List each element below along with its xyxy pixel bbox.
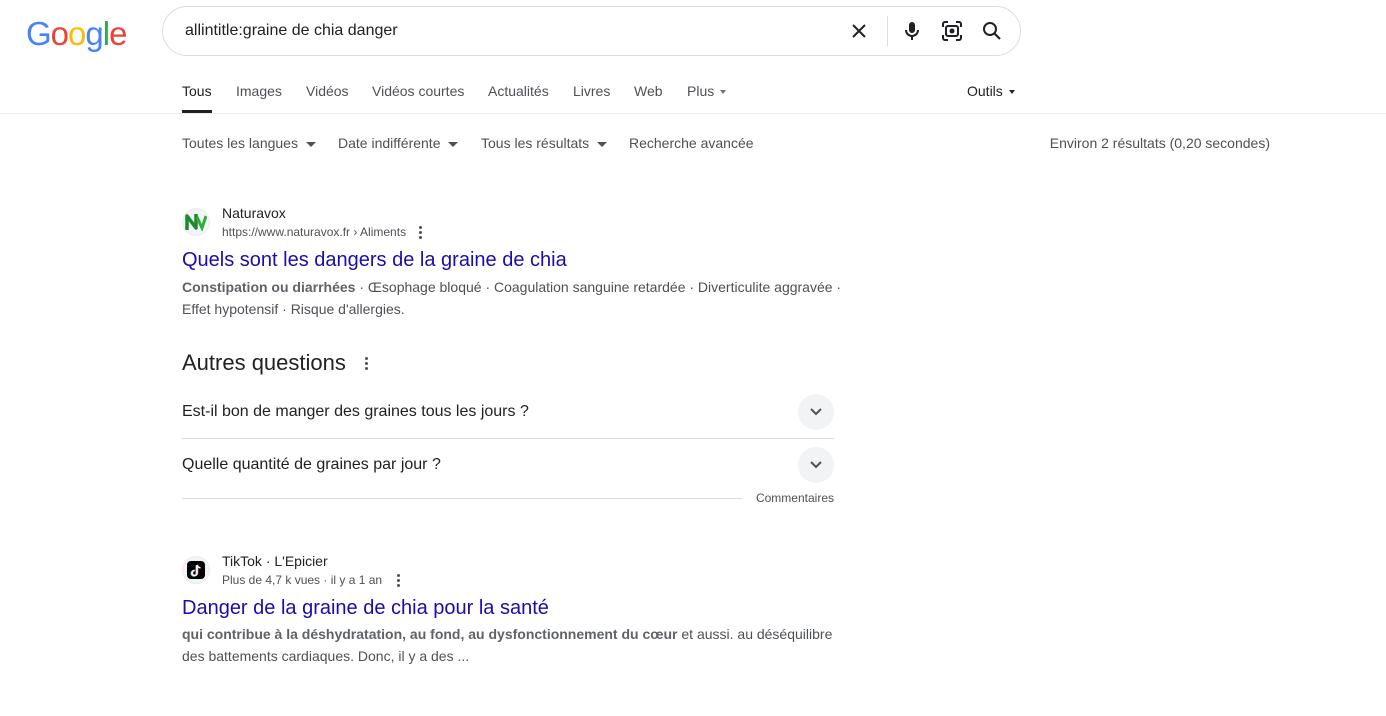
- google-logo[interactable]: Google: [26, 15, 127, 53]
- paa-divider: [182, 498, 742, 499]
- expand-button[interactable]: [798, 447, 834, 483]
- caret-down-icon: [448, 141, 459, 147]
- tab-web[interactable]: Web: [634, 83, 663, 99]
- tools-label: Outils: [967, 83, 1003, 99]
- advanced-search-link[interactable]: Recherche avancée: [629, 135, 754, 151]
- caret-down-icon: [1008, 90, 1015, 95]
- filter-language[interactable]: Toutes les langues: [182, 135, 316, 151]
- snippet-highlight: qui contribue à la déshydratation, au fo…: [182, 626, 678, 642]
- kebab-menu-icon[interactable]: [397, 574, 401, 589]
- caret-down-icon: [597, 141, 608, 147]
- filter-language-label: Toutes les langues: [182, 135, 298, 151]
- paa-question-text: Est-il bon de manger des graines tous le…: [182, 403, 529, 420]
- tab-tous[interactable]: Tous: [182, 83, 212, 99]
- tab-plus-label: Plus: [687, 83, 715, 99]
- video-meta: Plus de 4,7 k vues · il y a 1 an: [222, 573, 383, 587]
- result-snippet: qui contribue à la déshydratation, au fo…: [182, 623, 842, 667]
- paa-question[interactable]: Est-il bon de manger des graines tous le…: [182, 394, 834, 454]
- site-name[interactable]: TikTok · L'Epicier: [222, 553, 328, 569]
- tab-images[interactable]: Images: [236, 83, 282, 99]
- result-stats: Environ 2 résultats (0,20 secondes): [1049, 135, 1270, 151]
- filter-date-label: Date indifférente: [338, 135, 441, 151]
- chevron-down-icon: [810, 408, 822, 416]
- filter-date[interactable]: Date indifférente: [338, 135, 459, 151]
- site-favicon[interactable]: [182, 556, 210, 584]
- chevron-down-icon: [810, 461, 822, 469]
- paa-question[interactable]: Quelle quantité de graines par jour ?: [182, 447, 834, 507]
- feedback-link[interactable]: Commentaires: [756, 491, 834, 505]
- logo-letter: e: [109, 15, 127, 52]
- paa-question-text: Quelle quantité de graines par jour ?: [182, 456, 441, 473]
- tiktok-logo-icon: [187, 561, 205, 579]
- result-snippet: Constipation ou diarrhées · Œsophage blo…: [182, 276, 842, 320]
- expand-button[interactable]: [798, 394, 834, 430]
- site-name[interactable]: Naturavox: [222, 205, 286, 221]
- search-tabs: Tous Images Vidéos Vidéos courtes Actual…: [182, 0, 1022, 113]
- header-divider: [0, 113, 1386, 114]
- kebab-menu-icon[interactable]: [419, 226, 423, 241]
- paa-divider: [182, 438, 834, 439]
- filter-results-label: Tous les résultats: [481, 135, 590, 151]
- tools-button[interactable]: Outils: [967, 83, 1015, 99]
- naturavox-logo-icon: [185, 214, 207, 231]
- tab-plus[interactable]: Plus: [687, 83, 727, 99]
- paa-heading: Autres questions: [182, 350, 346, 375]
- caret-down-icon: [305, 141, 316, 147]
- site-url[interactable]: https://www.naturavox.fr › Aliments: [222, 225, 406, 239]
- tab-actualites[interactable]: Actualités: [488, 83, 549, 99]
- tab-livres[interactable]: Livres: [573, 83, 610, 99]
- kebab-menu-icon[interactable]: [365, 357, 369, 372]
- tab-videos[interactable]: Vidéos: [306, 83, 349, 99]
- logo-letter: G: [26, 15, 52, 52]
- snippet-highlight: Constipation ou diarrhées: [182, 279, 356, 295]
- result-title-link[interactable]: Quels sont les dangers de la graine de c…: [182, 249, 567, 272]
- tab-videos-courtes[interactable]: Vidéos courtes: [372, 83, 464, 99]
- filter-results[interactable]: Tous les résultats: [481, 135, 608, 151]
- logo-letter: g: [85, 15, 103, 52]
- caret-down-icon: [720, 90, 727, 95]
- logo-letter: o: [68, 15, 86, 52]
- result-title-link[interactable]: Danger de la graine de chia pour la sant…: [182, 597, 549, 620]
- site-favicon[interactable]: [182, 208, 210, 236]
- logo-letter: o: [50, 15, 69, 52]
